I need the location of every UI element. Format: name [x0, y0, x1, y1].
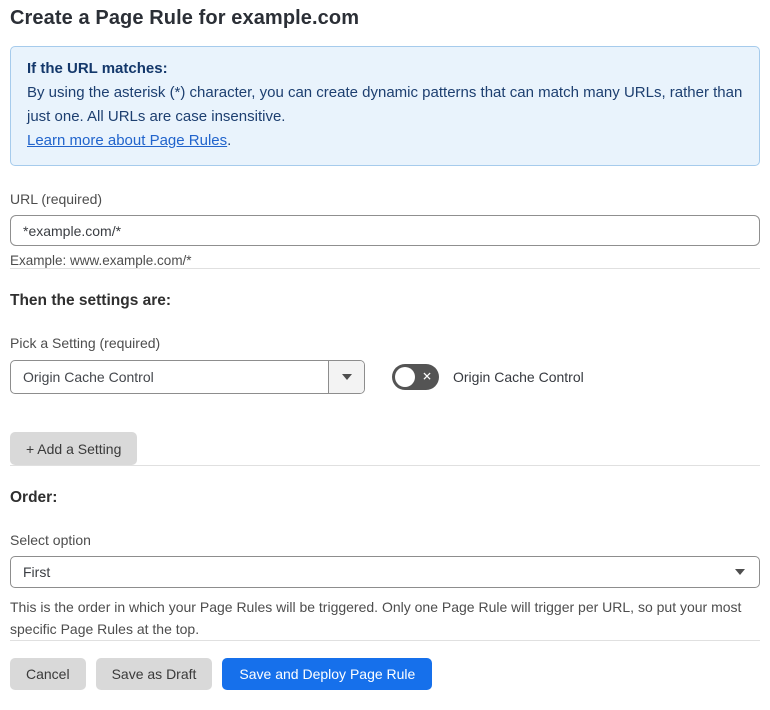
save-draft-button[interactable]: Save as Draft: [95, 658, 213, 690]
order-select-value: First: [23, 564, 51, 580]
origin-cache-control-toggle[interactable]: ✕: [392, 364, 439, 390]
chevron-down-icon: [735, 569, 745, 575]
info-box-heading: If the URL matches:: [27, 60, 168, 77]
info-box-body: By using the asterisk (*) character, you…: [27, 84, 743, 125]
page-rule-form: Create a Page Rule for example.com If th…: [0, 0, 770, 690]
url-input[interactable]: [10, 215, 760, 246]
add-setting-button[interactable]: + Add a Setting: [10, 432, 138, 465]
divider: [10, 640, 760, 641]
settings-section-heading: Then the settings are:: [10, 292, 172, 309]
setting-select[interactable]: Origin Cache Control: [10, 360, 365, 394]
info-box-link-line: Learn more about Page Rules.: [27, 129, 743, 153]
order-select-label: Select option: [10, 532, 91, 548]
divider: [10, 268, 760, 269]
toggle-off-x-icon: ✕: [421, 369, 432, 384]
url-label: URL (required): [10, 191, 103, 207]
save-deploy-button[interactable]: Save and Deploy Page Rule: [222, 658, 433, 690]
toggle-label: Origin Cache Control: [453, 369, 584, 385]
order-select[interactable]: First: [10, 556, 760, 588]
page-title: Create a Page Rule for example.com: [10, 7, 360, 29]
toggle-knob: [395, 367, 415, 387]
pick-setting-label: Pick a Setting (required): [10, 335, 161, 351]
footer-actions: Cancel Save as Draft Save and Deploy Pag…: [10, 658, 760, 690]
setting-select-value: Origin Cache Control: [23, 369, 154, 385]
cancel-button[interactable]: Cancel: [10, 658, 86, 690]
learn-more-link[interactable]: Learn more about Page Rules: [27, 132, 227, 149]
link-period: .: [227, 132, 232, 149]
chevron-down-icon: [341, 374, 352, 380]
url-example-helper: Example: www.example.com/*: [10, 253, 192, 268]
order-helper-text: This is the order in which your Page Rul…: [10, 599, 742, 637]
order-section-heading: Order:: [10, 489, 58, 506]
divider: [10, 465, 760, 466]
url-match-info-box: If the URL matches: By using the asteris…: [10, 46, 760, 166]
setting-select-arrow-button[interactable]: [328, 361, 364, 393]
setting-row: Origin Cache Control ✕ Origin Cache Cont…: [10, 360, 760, 394]
